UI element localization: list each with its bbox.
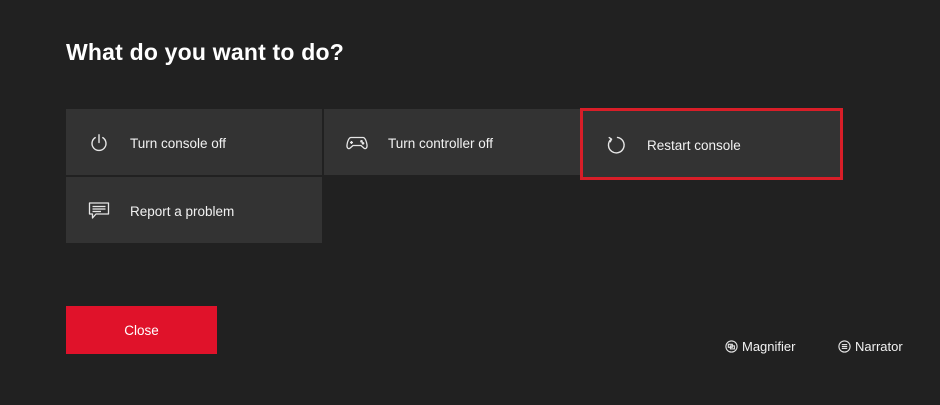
magnifier-label: Magnifier [742, 339, 796, 354]
feedback-icon [88, 200, 110, 222]
restart-console-label: Restart console [647, 138, 741, 153]
close-button[interactable]: Close [66, 306, 217, 354]
controller-menu-button-icon [838, 340, 851, 353]
power-icon [88, 132, 110, 154]
restart-console-button[interactable]: Restart console [580, 108, 843, 180]
turn-console-off-button[interactable]: Turn console off [66, 109, 322, 175]
controller-icon [346, 132, 368, 154]
narrator-label: Narrator [855, 339, 903, 354]
narrator-shortcut[interactable]: Narrator [838, 339, 903, 354]
magnifier-shortcut[interactable]: Magnifier [725, 339, 795, 354]
turn-controller-off-button[interactable]: Turn controller off [324, 109, 580, 175]
report-a-problem-button[interactable]: Report a problem [66, 177, 322, 243]
controller-view-button-icon [725, 340, 738, 353]
turn-controller-off-label: Turn controller off [388, 136, 494, 151]
turn-console-off-label: Turn console off [130, 136, 227, 151]
restart-icon [605, 134, 627, 156]
page-title: What do you want to do? [66, 39, 344, 65]
power-menu-dialog: What do you want to do? Turn console off… [0, 0, 940, 405]
report-a-problem-label: Report a problem [130, 204, 235, 219]
